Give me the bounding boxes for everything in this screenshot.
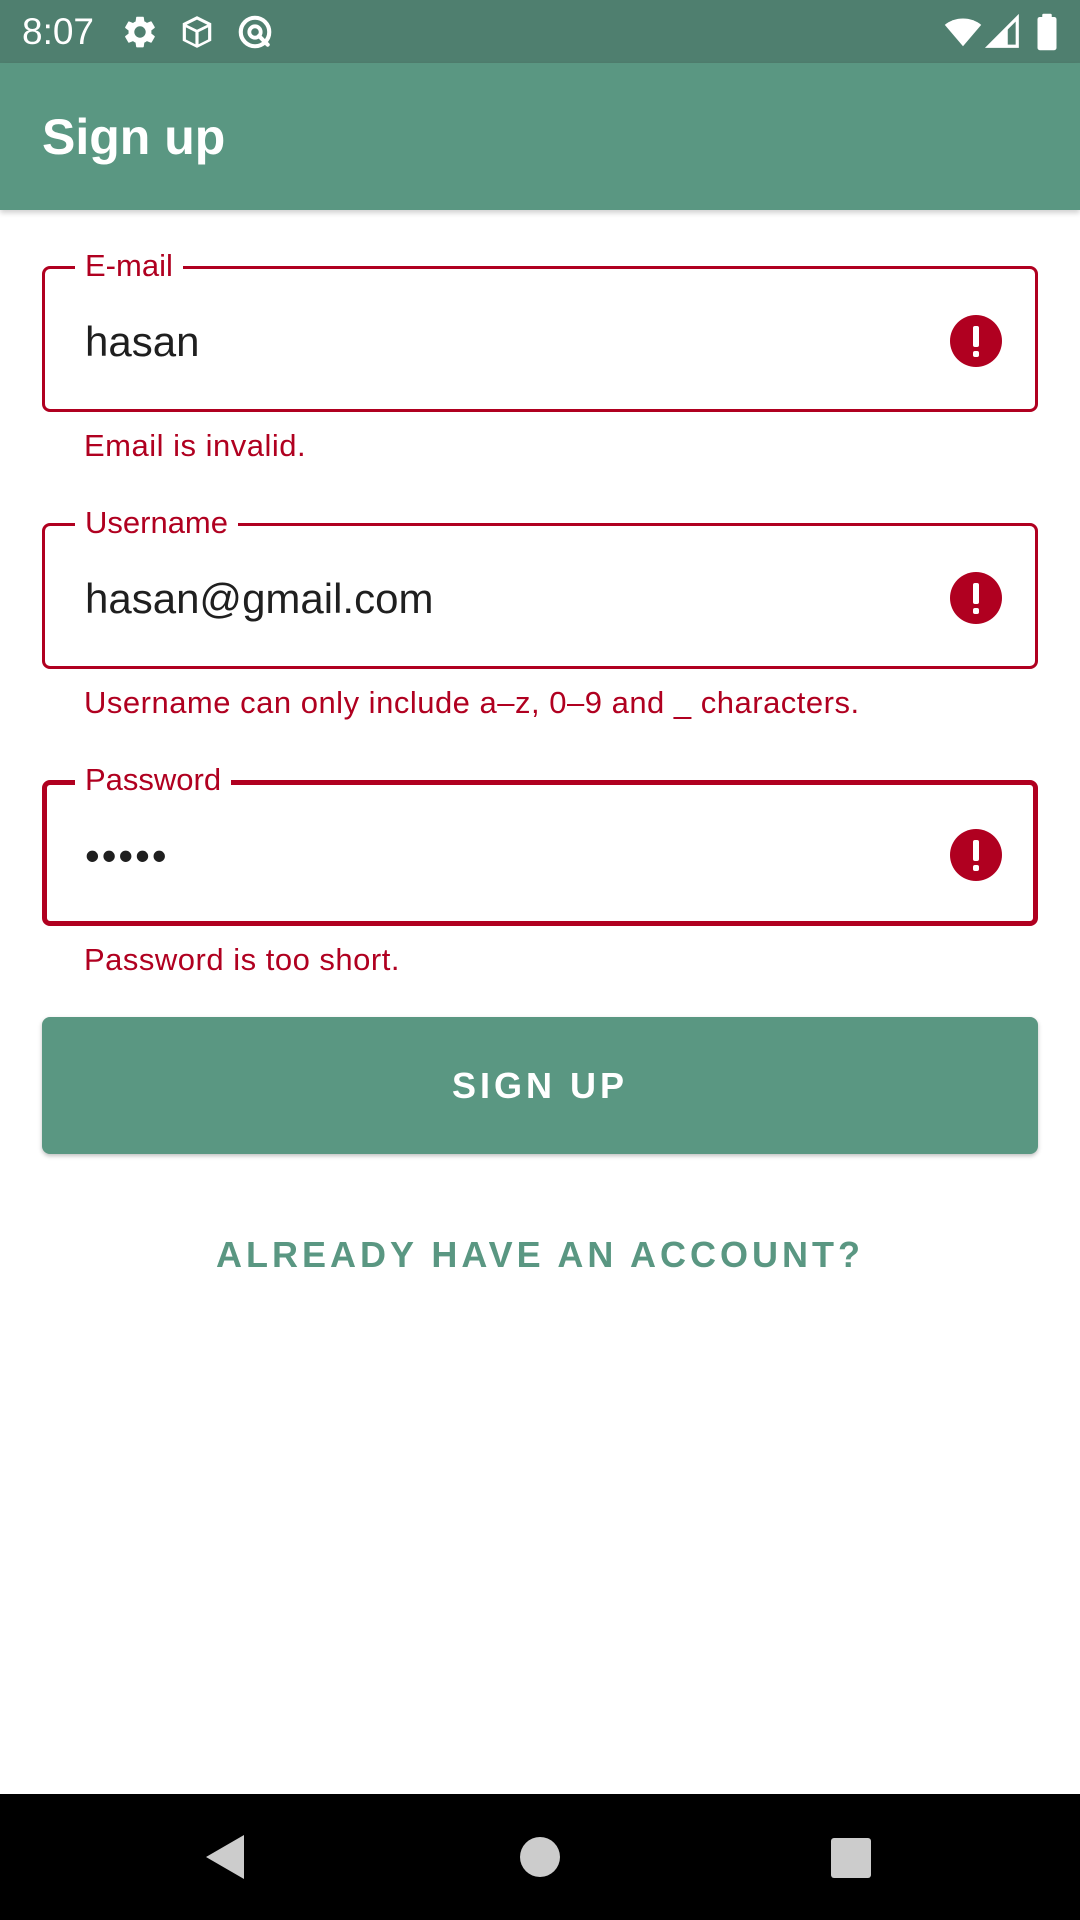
recents-icon[interactable]	[820, 1827, 880, 1887]
package-icon	[178, 13, 216, 51]
password-label: Password	[75, 761, 232, 799]
email-label: E-mail	[75, 247, 183, 285]
gear-icon	[121, 13, 159, 51]
battery-icon	[1030, 13, 1064, 51]
error-icon	[950, 315, 1002, 367]
sign-up-button[interactable]: SIGN UP	[42, 1017, 1038, 1154]
already-have-account-link[interactable]: ALREADY HAVE AN ACCOUNT?	[0, 1230, 1080, 1280]
page-title: Sign up	[42, 109, 226, 165]
back-icon[interactable]	[198, 1827, 258, 1887]
email-value: hasan	[85, 318, 200, 365]
username-label: Username	[75, 504, 238, 542]
username-value: hasan@gmail.com	[85, 575, 434, 622]
password-value: •••••	[85, 832, 169, 879]
error-icon	[950, 572, 1002, 624]
at-sign-icon	[236, 13, 274, 51]
cell-signal-icon	[984, 13, 1022, 51]
error-icon	[950, 829, 1002, 881]
status-bar: 8:07	[0, 0, 1080, 63]
status-time: 8:07	[22, 11, 95, 52]
wifi-icon	[944, 13, 982, 51]
home-icon[interactable]	[510, 1827, 570, 1887]
email-error-text: Email is invalid.	[84, 428, 307, 463]
navigation-bar	[0, 1794, 1080, 1920]
app-bar: Sign up	[0, 63, 1080, 210]
password-field[interactable]: Password •••••	[42, 761, 1038, 926]
username-field[interactable]: Username hasan@gmail.com	[42, 504, 1038, 669]
username-error-text: Username can only include a–z, 0–9 and _…	[84, 685, 860, 720]
password-error-text: Password is too short.	[84, 942, 400, 977]
email-field[interactable]: E-mail hasan	[42, 247, 1038, 412]
